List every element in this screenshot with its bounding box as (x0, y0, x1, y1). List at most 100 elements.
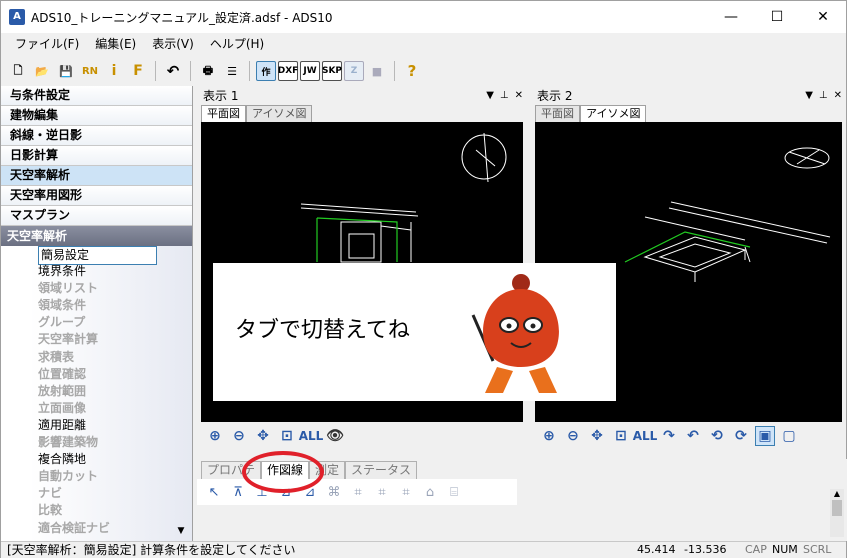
rotate-left-icon[interactable]: ↶ (683, 426, 703, 446)
tree-item-label: 天空率計算 (38, 332, 99, 347)
zoom-in-icon[interactable]: ⊕ (539, 426, 559, 446)
house-shape-icon[interactable]: ⌂ (421, 483, 439, 501)
scroll-thumb[interactable] (832, 500, 842, 516)
nav-item-building-edit[interactable]: 建物編集 (1, 106, 192, 126)
list-icon[interactable]: ☰ (221, 60, 243, 82)
edit-shape-icon[interactable]: ⌘ (325, 483, 343, 501)
tree-item[interactable]: 境界条件 (1, 263, 192, 280)
tab-status[interactable]: ステータス (345, 461, 418, 479)
book-icon[interactable]: ■ (366, 60, 388, 82)
maximize-button[interactable]: ☐ (754, 1, 800, 33)
dropdown-icon[interactable]: ▼ (486, 90, 494, 101)
close-icon[interactable]: ✕ (515, 90, 523, 101)
tree-item-label: 自動カット (38, 469, 99, 484)
window-title: ADS10_トレーニングマニュアル_設定済.adsf - ADS10 (31, 10, 333, 25)
select-arrow-icon[interactable]: ↖ (205, 483, 223, 501)
z-icon[interactable]: Z (344, 61, 364, 81)
pan-icon[interactable]: ✥ (253, 426, 273, 446)
tilt-up-icon[interactable]: ⟳ (731, 426, 751, 446)
menu-view[interactable]: 表示(V) (144, 35, 202, 52)
wireframe-view-icon[interactable]: ▢ (779, 426, 799, 446)
pin-icon[interactable]: ⊥ (500, 90, 509, 101)
rn-icon[interactable]: RN (79, 60, 101, 82)
zoom-out-icon[interactable]: ⊖ (563, 426, 583, 446)
num-indicator: NUM (772, 543, 798, 556)
zoom-out-icon[interactable]: ⊖ (229, 426, 249, 446)
menu-help[interactable]: ヘルプ(H) (202, 35, 272, 52)
tree-item-label: 比較 (38, 503, 63, 518)
highlight-ellipse (242, 451, 324, 493)
offset-line-icon[interactable]: ⊼ (229, 483, 247, 501)
tree-item[interactable]: 適用距離 (1, 417, 192, 434)
delete-shape-icon[interactable]: ⌸ (445, 483, 463, 501)
tree-item: 放射範囲 (1, 383, 192, 400)
menu-file[interactable]: ファイル(F) (7, 35, 87, 52)
eye-icon[interactable]: 👁 (325, 426, 345, 446)
nav-item-sky-figures[interactable]: 天空率用図形 (1, 186, 192, 206)
tree-item-label: 位置確認 (38, 366, 87, 381)
move-shape-icon[interactable]: ⌗ (349, 483, 367, 501)
tree-item: 天空率計算 (1, 331, 192, 348)
tree-item-label: 求積表 (38, 349, 75, 364)
new-file-icon[interactable]: 🗋 (7, 60, 29, 82)
draw-mode-icon[interactable]: 作 (256, 61, 276, 81)
command-tree: 簡易設定 境界条件 領域リスト 領域条件 グループ 天空率計算 求積表 位置確認 放射範囲 立面画… (1, 246, 192, 541)
scroll-up-icon[interactable]: ▲ (830, 489, 844, 498)
tree-item: 領域条件 (1, 297, 192, 314)
dxf-icon[interactable]: DXF (278, 61, 298, 81)
nav-item-slant-shadow[interactable]: 斜線・逆日影 (1, 126, 192, 146)
open-folder-icon[interactable]: 📂 (31, 60, 53, 82)
bottom-scrollbar[interactable]: ▲ (830, 489, 844, 537)
app-logo-icon: A (9, 9, 25, 25)
nav-item-sky-factor[interactable]: 天空率解析 (1, 166, 192, 186)
tree-item: 適合検証ナビ (1, 520, 192, 537)
minimize-button[interactable]: — (708, 1, 754, 33)
tree-item: 自動カット (1, 468, 192, 485)
skp-icon[interactable]: SKP (322, 61, 342, 81)
print-icon[interactable]: 🖶 (197, 60, 219, 82)
tree-item[interactable]: 簡易設定 (1, 246, 192, 265)
rotate-right-icon[interactable]: ↷ (659, 426, 679, 446)
scroll-down-icon[interactable]: ▼ (174, 525, 188, 537)
jw-icon[interactable]: JW (300, 61, 320, 81)
nav-item-conditions[interactable]: 与条件設定 (1, 86, 192, 106)
zoom-all-button[interactable]: ALL (633, 426, 658, 446)
mascot-image (471, 274, 559, 393)
pan-icon[interactable]: ✥ (587, 426, 607, 446)
tree-item[interactable]: 複合隣地 (1, 451, 192, 468)
undo-icon[interactable]: ↶ (162, 60, 184, 82)
save-icon[interactable]: 💾 (55, 60, 77, 82)
tab-plan[interactable]: 平面図 (201, 105, 246, 122)
tab-isometric[interactable]: アイソメ図 (580, 105, 647, 122)
menu-edit[interactable]: 編集(E) (87, 35, 144, 52)
nav-item-mass-plan[interactable]: マスプラン (1, 206, 192, 226)
status-message: [天空率解析：簡易設定] 計算条件を設定してください (7, 543, 296, 557)
close-icon[interactable]: ✕ (834, 90, 842, 101)
tree-item-label: 影響建築物 (38, 435, 99, 450)
status-bar: [天空率解析：簡易設定] 計算条件を設定してください 45.414 -13.53… (1, 541, 846, 558)
app-window: A ADS10_トレーニングマニュアル_設定済.adsf - ADS10 — ☐… (0, 0, 847, 558)
pin-icon[interactable]: ⊥ (819, 90, 828, 101)
info-icon[interactable]: i (103, 60, 125, 82)
tree-item-label: 複合隣地 (38, 452, 87, 467)
tree-item-label: 放射範囲 (38, 383, 87, 398)
mirror-shape-icon[interactable]: ⌗ (397, 483, 415, 501)
zoom-window-icon[interactable]: ⊡ (611, 426, 631, 446)
tab-plan[interactable]: 平面図 (535, 105, 580, 122)
tree-item: 立面画像 (1, 400, 192, 417)
tree-item: グループ (1, 314, 192, 331)
solid-view-icon[interactable]: ▣ (755, 426, 775, 446)
zoom-in-icon[interactable]: ⊕ (205, 426, 225, 446)
zoom-all-button[interactable]: ALL (299, 426, 324, 446)
tree-item: 影響建築物 (1, 434, 192, 451)
close-button[interactable]: ✕ (800, 1, 846, 33)
copy-shape-icon[interactable]: ⌗ (373, 483, 391, 501)
f-icon[interactable]: F (127, 60, 149, 82)
tab-isometric[interactable]: アイソメ図 (246, 105, 313, 122)
dropdown-icon[interactable]: ▼ (805, 90, 813, 101)
tilt-down-icon[interactable]: ⟲ (707, 426, 727, 446)
title-bar[interactable]: A ADS10_トレーニングマニュアル_設定済.adsf - ADS10 — ☐… (1, 1, 846, 33)
nav-item-shadow-calc[interactable]: 日影計算 (1, 146, 192, 166)
zoom-window-icon[interactable]: ⊡ (277, 426, 297, 446)
help-icon[interactable]: ? (401, 60, 423, 82)
